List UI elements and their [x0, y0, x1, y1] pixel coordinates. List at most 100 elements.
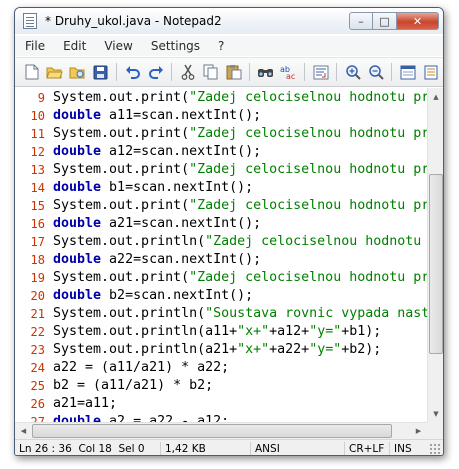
string-token: "Zadej celociselnou hodnotu pr [189, 270, 427, 285]
code-line: 10 double a11=scan.nextInt(); [15, 107, 427, 125]
copy-icon[interactable] [200, 62, 221, 82]
code-token: a12=scan.nextInt(); [101, 144, 262, 159]
svg-text:ac: ac [286, 72, 295, 80]
code-line: 22 System.out.println(a11+"x+"+a12+"y="+b… [15, 323, 427, 341]
keyword-token: double [53, 252, 102, 267]
status-encoding[interactable]: ANSI [251, 441, 345, 455]
maximize-button[interactable]: □ [373, 12, 397, 30]
keyword-token: double [53, 108, 102, 123]
code-line: 25 b2 = (a11/a21) * b2; [15, 377, 427, 395]
code-token: a22=scan.nextInt(); [101, 252, 262, 267]
line-code: System.out.print("Zadej celociselnou hod… [53, 89, 427, 107]
line-code: System.out.print("Zadej celociselnou hod… [53, 161, 427, 179]
toolbar-separator [171, 63, 172, 81]
vertical-scroll-thumb[interactable] [429, 174, 443, 354]
line-code: double b2=scan.nextInt(); [53, 287, 253, 305]
save-icon[interactable] [90, 62, 111, 82]
code-token: a2 = a22 - a12; [101, 414, 230, 422]
code-token: System.out.print( [53, 90, 190, 105]
toolbar-separator [116, 63, 117, 81]
string-token: "y=" [309, 342, 342, 357]
menu-bar: File Edit View Settings ? [15, 36, 443, 56]
line-number: 18 [30, 253, 45, 267]
menu-view[interactable]: View [95, 39, 141, 53]
scroll-right-arrow-icon[interactable]: ▶ [410, 423, 427, 439]
settings-icon[interactable] [420, 62, 441, 82]
menu-edit[interactable]: Edit [54, 39, 95, 53]
scroll-left-arrow-icon[interactable]: ◀ [15, 423, 32, 439]
line-number: 26 [30, 397, 45, 411]
line-code: double b1=scan.nextInt(); [53, 179, 253, 197]
line-code: System.out.println(a11+"x+"+a12+"y="+b1)… [53, 323, 381, 341]
horizontal-scroll-thumb[interactable] [32, 424, 392, 438]
scheme-icon[interactable] [397, 62, 418, 82]
line-code: a22 = (a11/a21) * a22; [53, 359, 229, 377]
line-code: System.out.print("Zadej celociselnou hod… [53, 125, 427, 143]
menu-file[interactable]: File [15, 39, 54, 53]
code-line: 27 double a2 = a22 - a12; [15, 413, 427, 422]
code-line: 11 System.out.print("Zadej celociselnou h… [15, 125, 427, 143]
new-icon[interactable] [21, 62, 42, 82]
keyword-token: double [53, 414, 102, 422]
code-token: System.out.print( [53, 126, 190, 141]
menu-settings[interactable]: Settings [142, 39, 209, 53]
code-line: 20 double b2=scan.nextInt(); [15, 287, 427, 305]
code-token: a21=a11; [53, 396, 118, 411]
window-title: * Druhy_ukol.java - Notepad2 [45, 14, 222, 28]
horizontal-scrollbar[interactable]: ◀ ▶ [15, 422, 427, 439]
line-number: 19 [30, 271, 45, 285]
browse-icon[interactable] [67, 62, 88, 82]
line-code: System.out.print("Zadej celociselnou hod… [53, 197, 427, 215]
zoom-in-icon[interactable] [342, 62, 363, 82]
resize-grip-icon[interactable] [429, 442, 441, 455]
scroll-up-arrow-icon[interactable]: ▲ [428, 88, 443, 105]
status-position: Ln 26 : 36 Col 18 Sel 0 [15, 441, 161, 455]
code-line: 9 System.out.print("Zadej celociselnou ho… [15, 89, 427, 107]
toolbar-separator [336, 63, 337, 81]
wordwrap-icon[interactable] [310, 62, 331, 82]
keyword-token: double [53, 216, 102, 231]
zoom-out-icon[interactable] [365, 62, 386, 82]
code-line: 12 double a12=scan.nextInt(); [15, 143, 427, 161]
line-number: 15 [30, 199, 45, 213]
code-token: b2 = (a11/a21) * b2; [53, 378, 214, 393]
code-line: 13 System.out.print("Zadej celociselnou h… [15, 161, 427, 179]
toolbar-separator [249, 63, 250, 81]
scroll-down-arrow-icon[interactable]: ▼ [428, 405, 443, 422]
window-controls: – □ ✕ [349, 12, 439, 30]
code-editor[interactable]: 9 System.out.print("Zadej celociselnou ho… [15, 88, 427, 422]
line-number: 24 [30, 361, 45, 375]
keyword-token: double [53, 288, 102, 303]
code-line: 19 System.out.print("Zadej celociselnou h… [15, 269, 427, 287]
code-token: a21=scan.nextInt(); [101, 216, 262, 231]
undo-icon[interactable] [122, 62, 143, 82]
open-icon[interactable] [44, 62, 65, 82]
code-token: +a22+ [269, 342, 310, 357]
line-code: System.out.println("Soustava rovnic vypa… [53, 305, 427, 323]
replace-icon[interactable]: ab ac [278, 62, 299, 82]
line-number: 17 [30, 235, 45, 249]
code-line: 15 System.out.print("Zadej celociselnou h… [15, 197, 427, 215]
code-line: 23 System.out.println(a21+"x+"+a22+"y="+b… [15, 341, 427, 359]
paste-icon[interactable] [223, 62, 244, 82]
cut-icon[interactable] [177, 62, 198, 82]
vertical-scrollbar[interactable]: ▲ ▼ [427, 88, 443, 422]
find-icon[interactable] [255, 62, 276, 82]
status-file-size: 1,42 KB [161, 441, 251, 455]
code-token: b1=scan.nextInt(); [101, 180, 254, 195]
title-bar[interactable]: * Druhy_ukol.java - Notepad2 – □ ✕ [15, 8, 443, 34]
code-line: 18 double a22=scan.nextInt(); [15, 251, 427, 269]
line-number: 21 [30, 307, 45, 321]
status-line-endings[interactable]: CR+LF [345, 441, 390, 455]
code-token: +b1); [341, 324, 382, 339]
keyword-token: double [53, 180, 102, 195]
close-button[interactable]: ✕ [397, 12, 439, 30]
minimize-button[interactable]: – [349, 12, 373, 30]
string-token: "Soustava rovnic vypada nast [205, 306, 427, 321]
redo-icon[interactable] [145, 62, 166, 82]
line-number: 10 [30, 109, 45, 123]
code-line: 24 a22 = (a11/a21) * a22; [15, 359, 427, 377]
scrollbar-corner [427, 422, 443, 439]
menu-help[interactable]: ? [209, 39, 233, 53]
status-insert-mode: INS [394, 442, 412, 455]
